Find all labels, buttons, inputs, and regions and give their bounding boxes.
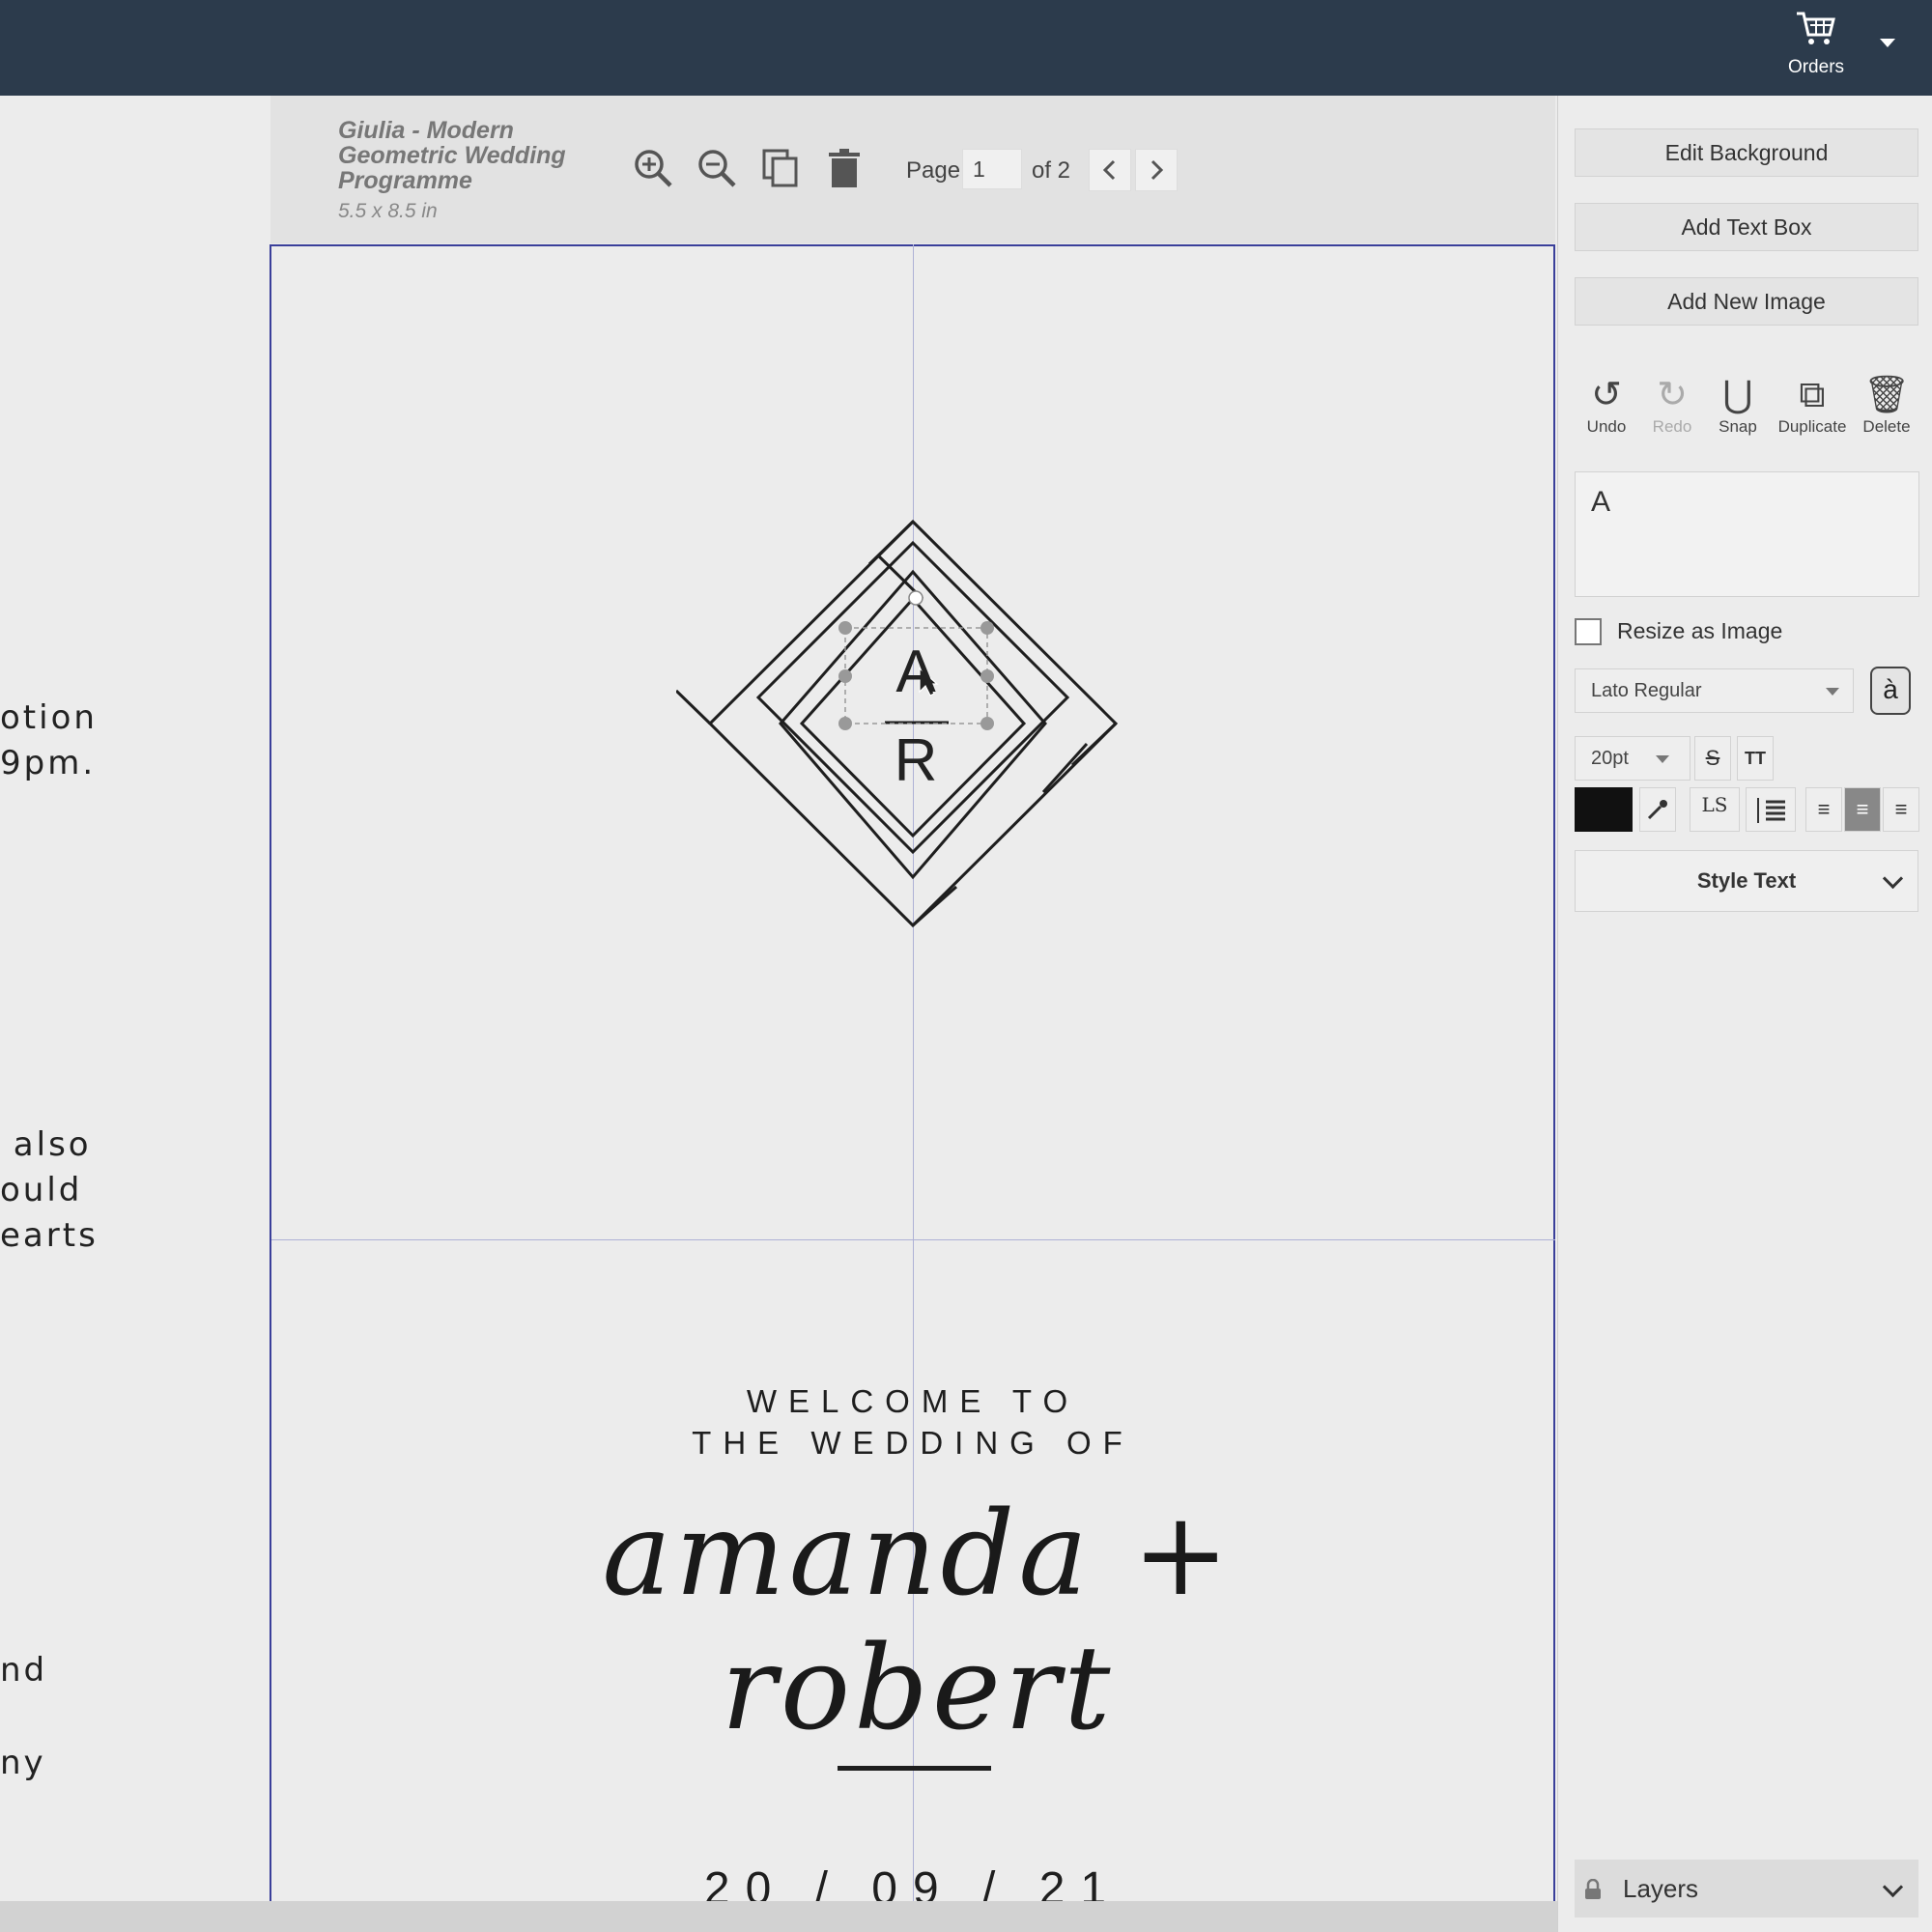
style-text-toggle[interactable]: Style Text [1575,850,1918,912]
line-height-button[interactable] [1746,787,1796,832]
uppercase-button[interactable]: TT [1737,736,1774,781]
delete-page-icon[interactable] [823,147,866,189]
redo-label: Redo [1652,417,1692,436]
welcome-line-2[interactable]: THE WEDDING OF [599,1425,1227,1462]
undo-label: Undo [1586,417,1627,436]
align-right-button[interactable]: ≡ [1883,787,1919,832]
letter-spacing-button[interactable]: LS [1690,787,1740,832]
divider-line[interactable] [838,1766,991,1771]
horizontal-scrollbar[interactable] [0,1901,1557,1932]
text-content-input[interactable]: A [1575,471,1919,597]
preview-text: nd [0,1651,48,1690]
redo-icon: ↻ [1657,375,1688,415]
chevron-left-icon [1102,159,1116,181]
page-number-input[interactable]: 1 [962,149,1022,189]
undo-button[interactable]: ↺ Undo [1573,373,1640,437]
horizontal-guide [271,1239,1555,1240]
monogram-initial-bottom[interactable]: R [867,726,964,795]
special-characters-button[interactable]: à [1870,667,1911,715]
eyedropper-button[interactable] [1639,787,1676,832]
orders-button[interactable]: Orders [1768,10,1864,87]
preview-text: also [0,1125,92,1164]
resize-as-image-label: Resize as Image [1617,618,1783,643]
preview-text: 9pm. [0,744,97,782]
redo-button[interactable]: ↻ Redo [1638,373,1706,437]
font-size-select[interactable]: 20pt [1575,736,1690,781]
properties-panel [1557,96,1932,1932]
chevron-down-icon [1656,755,1669,763]
page-count: of 2 [1032,157,1071,184]
prev-page-button[interactable] [1089,149,1131,191]
magnet-icon: ⋃ [1722,375,1753,415]
resize-as-image-checkbox[interactable] [1575,618,1602,645]
strikethrough-button[interactable]: S [1694,736,1731,781]
snap-button[interactable]: ⋃ Snap [1704,373,1772,437]
duplicate-label: Duplicate [1777,417,1847,436]
font-family-select[interactable]: Lato Regular [1575,668,1854,713]
trash-icon: 🗑 [1862,375,1911,415]
preview-text: ould [0,1171,83,1209]
add-new-image-button[interactable]: Add New Image [1575,277,1918,326]
welcome-line-1[interactable]: WELCOME TO [599,1383,1227,1420]
chevron-down-icon [1826,688,1839,696]
eyedropper-icon [1647,800,1667,820]
copy-page-icon[interactable] [759,147,802,189]
page-label: Page [906,157,961,184]
lock-icon [1585,1879,1601,1899]
preview-text: ny [0,1744,46,1782]
cart-icon [1797,12,1835,44]
zoom-out-icon[interactable] [696,147,738,189]
preview-text: earts [0,1216,99,1255]
zoom-in-icon[interactable] [632,147,674,189]
document-title: Giulia - Modern Geometric Wedding Progra… [338,117,566,194]
monogram-initial-top[interactable]: A [867,638,964,706]
chevron-right-icon [1151,159,1164,181]
layers-toggle[interactable]: Layers [1575,1860,1918,1918]
top-bar [0,0,1932,96]
geometric-monogram-frame[interactable] [676,502,1140,947]
document-size: 5.5 x 8.5 in [338,200,438,222]
align-center-button[interactable]: ≡ [1844,787,1881,832]
couple-names[interactable]: amanda + robert [425,1488,1410,1756]
delete-button[interactable]: 🗑 Delete [1853,373,1920,437]
text-color-swatch[interactable] [1575,787,1633,832]
next-page-button[interactable] [1135,149,1178,191]
orders-label: Orders [1787,57,1845,77]
align-left-button[interactable]: ≡ [1805,787,1842,832]
preview-text: otion [0,698,98,737]
edit-background-button[interactable]: Edit Background [1575,128,1918,177]
add-text-box-button[interactable]: Add Text Box [1575,203,1918,251]
duplicate-icon: ⧉ [1799,375,1826,415]
undo-icon: ↺ [1591,375,1622,415]
line-height-icon [1757,798,1785,823]
duplicate-button[interactable]: ⧉ Duplicate [1777,373,1847,437]
account-dropdown-caret[interactable] [1880,39,1895,47]
snap-label: Snap [1719,417,1757,436]
delete-label: Delete [1862,417,1911,436]
previous-page-preview: otion 9pm. also ould earts nd ny [0,96,270,1902]
